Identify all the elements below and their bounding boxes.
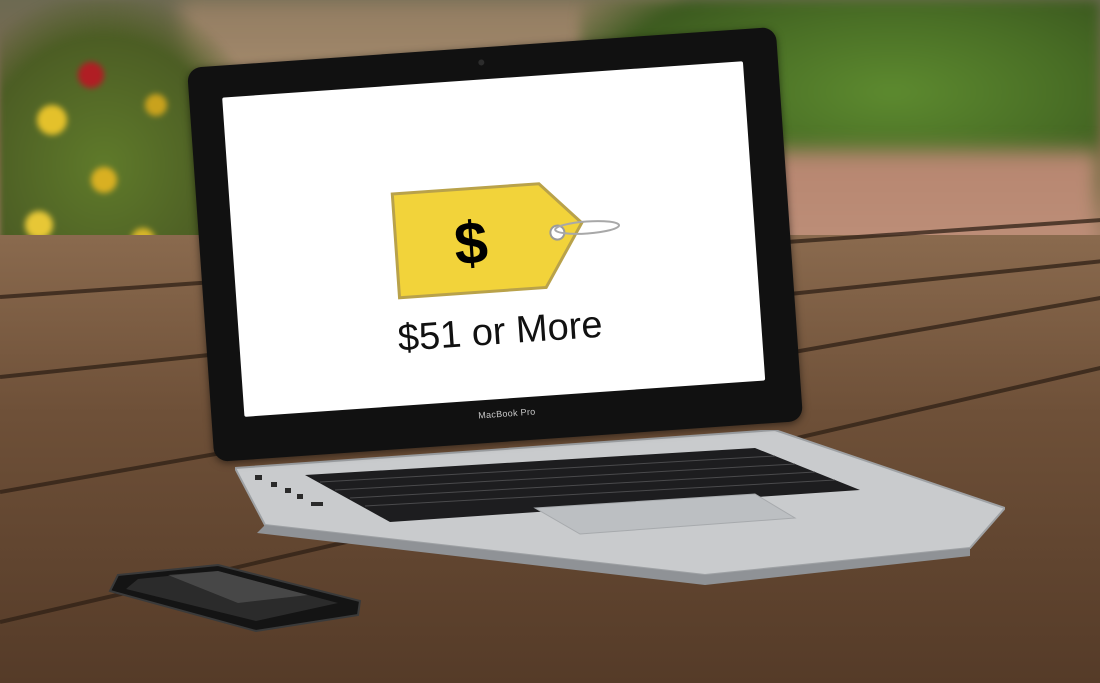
photo-scene: $ $51 or More MacBook Pro <box>0 0 1100 683</box>
smartphone <box>108 563 362 633</box>
laptop-base <box>235 430 1005 585</box>
price-caption: $51 or More <box>396 303 604 360</box>
webcam-icon <box>478 59 485 66</box>
tag-dollar-symbol: $ <box>452 209 490 278</box>
price-tag-icon: $ <box>390 182 621 300</box>
laptop-screen: $ $51 or More <box>222 61 766 417</box>
laptop-lid: $ $51 or More MacBook Pro <box>187 26 804 463</box>
